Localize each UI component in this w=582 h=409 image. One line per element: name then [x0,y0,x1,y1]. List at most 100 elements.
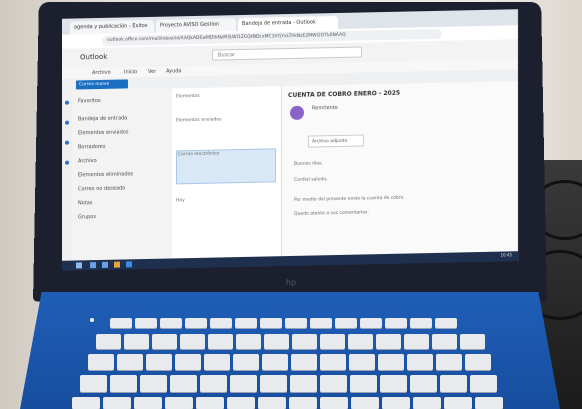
message-sender: Remitente [312,104,338,112]
new-mail-button[interactable]: Correo nuevo [76,79,128,90]
keyboard-key [235,318,257,328]
message-body-line: Quedo atenta a sus comentarios. [294,210,369,217]
message-body-line: Cordial saludo, [294,177,328,183]
keyboard-key [165,397,193,409]
menu-archivo[interactable]: Archivo [92,70,111,76]
keyboard-key [262,354,288,370]
keyboard-key [117,354,143,370]
keyboard-key [230,375,257,392]
keyboard-key [260,375,287,392]
keyboard-key [404,334,429,349]
laptop-logo: hp [285,278,297,287]
keyboard-key [410,318,432,328]
calendar-icon[interactable] [65,120,69,125]
folder-archive[interactable]: Archivo [78,158,97,164]
keyboard-key [233,354,259,370]
people-icon[interactable] [65,140,69,145]
keyboard-key [175,354,201,370]
list-item[interactable]: Elementos enviados [176,116,276,124]
keyboard-key [292,334,317,349]
folder-notes[interactable]: Notas [78,200,92,206]
keyboard-key [264,334,289,349]
keyboard-key [260,318,282,328]
keyboard-key [320,397,348,409]
keyboard-key [258,397,286,409]
laptop-screen: agenda y publicación - Exitos Proyecto A… [62,9,518,271]
keyboard-key [135,318,157,328]
folder-groups[interactable]: Grupos [78,214,96,220]
keyboard-key [335,318,357,328]
menu-ver[interactable]: Ver [148,69,156,75]
message-body-line: Por medio del presente envío la cuenta d… [294,195,405,203]
keyboard-key [134,397,162,409]
keyboard-key [410,375,437,392]
keyboard-key [460,334,485,349]
attachment-card[interactable]: Archivo adjunto [308,134,364,148]
keyboard-key [180,334,205,349]
keyboard-key [72,397,100,409]
keyboard-key [413,397,441,409]
message-list: Elementos Elementos enviados Correo elec… [172,86,282,259]
menu-ayuda[interactable]: Ayuda [166,68,181,74]
keyboard-key [103,397,131,409]
folder-sent[interactable]: Elementos enviados [78,129,128,136]
folder-drafts[interactable]: Borradores [78,144,105,151]
keyboard-key [124,334,149,349]
keyboard-key [236,334,261,349]
list-item-selected[interactable]: Correo electrónico [176,148,276,185]
folder-pane: Favoritos Bandeja de entrada Elementos e… [72,88,172,261]
search-input[interactable]: Buscar [212,46,362,61]
keyboard-key [146,354,172,370]
keyboard-key [80,375,107,392]
avatar [290,105,304,120]
keyboard-key [350,375,377,392]
keyboard-key [160,318,182,328]
edge-icon[interactable] [126,261,132,268]
folder-icon[interactable] [114,261,120,268]
keyboard-key [289,397,317,409]
keyboard-key [291,354,317,370]
keyboard-key [88,354,114,370]
keyboard-key [152,334,177,349]
mail-icon[interactable] [65,100,69,105]
keyboard-key [349,354,375,370]
taskbar-app-icon[interactable] [102,261,108,268]
keyboard-key [436,354,462,370]
menu-inicio[interactable]: Inicio [124,69,137,75]
keyboard-key [310,318,332,328]
keyboard-key [96,334,121,349]
start-icon[interactable] [76,262,82,269]
keyboard-key [110,375,137,392]
list-item[interactable]: Elementos [176,92,276,100]
keyboard-key [110,318,132,328]
keyboard-key [227,397,255,409]
keyboard-key [470,375,497,392]
message-body-line: Buenos días, [294,161,323,167]
keyboard-key [200,375,227,392]
keyboard-key [382,397,410,409]
list-item[interactable]: Hoy [176,196,276,204]
folder-junk[interactable]: Correo no deseado [78,185,125,192]
keyboard-key [320,354,346,370]
keyboard-key [320,334,345,349]
files-icon[interactable] [65,160,69,165]
folder-inbox[interactable]: Bandeja de entrada [78,115,127,122]
folder-deleted[interactable]: Elementos eliminados [78,171,133,178]
keyboard-key [380,375,407,392]
message-subject: CUENTA DE COBRO ENERO - 2025 [288,89,401,100]
keyboard-key [465,354,491,370]
keyboard-key [170,375,197,392]
keyboard-key [210,318,232,328]
keyboard-key [440,375,467,392]
keyboard-key [320,375,347,392]
app-rail [62,90,72,261]
keyboard-key [435,318,457,328]
power-led [90,318,94,322]
keyboard-key [290,375,317,392]
keyboard-key [285,318,307,328]
folder-favoritos[interactable]: Favoritos [78,98,101,104]
keyboard-key [432,334,457,349]
taskbar-app-icon[interactable] [90,262,96,269]
keyboard-key [475,397,503,409]
keyboard-key [348,334,373,349]
